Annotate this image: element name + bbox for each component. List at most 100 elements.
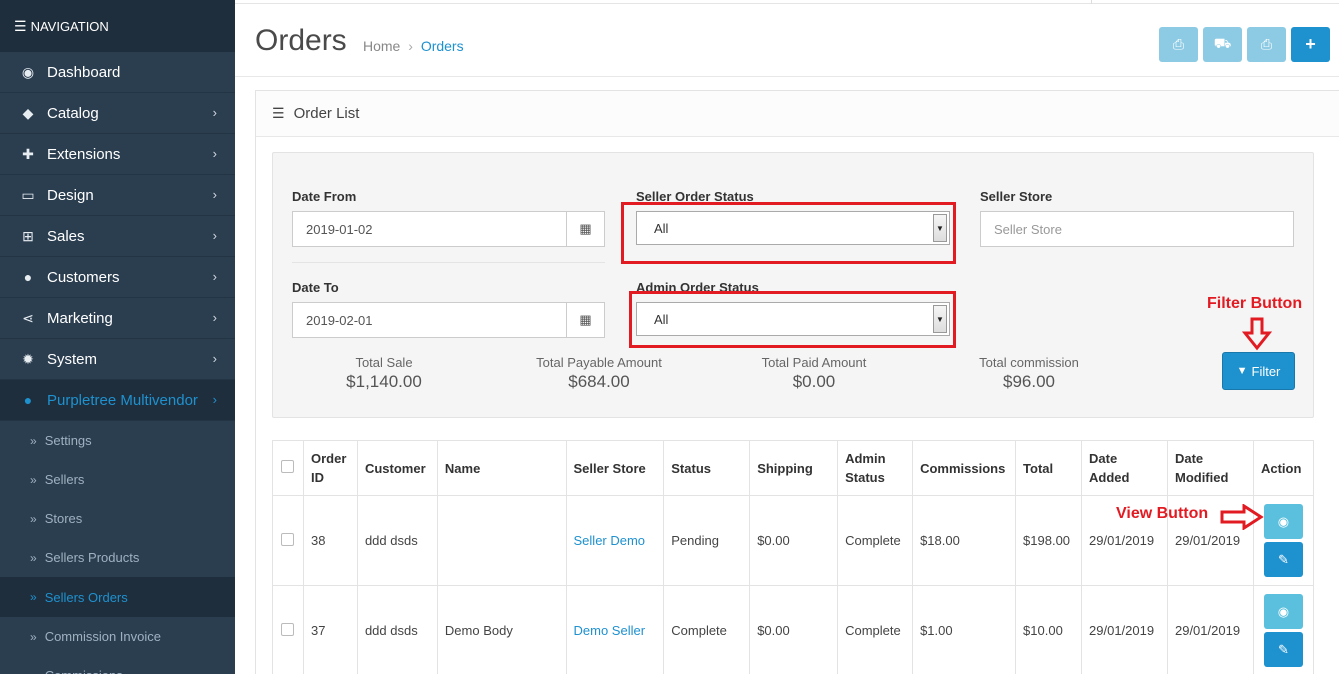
- sidebar-item-system[interactable]: ✹ System ›: [0, 339, 235, 380]
- row-checkbox[interactable]: [281, 532, 295, 546]
- total-sale-label: Total Sale: [355, 355, 413, 370]
- column-header-commissions[interactable]: Commissions: [912, 440, 1017, 496]
- top-bar-divider: [1091, 0, 1092, 4]
- column-header-customer[interactable]: Customer: [356, 440, 438, 496]
- column-header-admin-status[interactable]: Admin Status: [837, 440, 914, 496]
- order-list-panel: ☰ Order List Date From 2019-01-02 ▦ Date…: [255, 90, 1339, 674]
- select-all-checkbox[interactable]: [281, 459, 295, 473]
- breadcrumb-home[interactable]: Home: [363, 38, 400, 54]
- print-invoice-button[interactable]: ⎙: [1159, 27, 1198, 62]
- sidebar-item-label: Dashboard: [47, 63, 121, 81]
- column-header-status[interactable]: Status: [663, 440, 751, 496]
- sidebar-subitem-commission-invoice[interactable]: » Commission Invoice: [0, 617, 235, 656]
- date-from-calendar-button[interactable]: ▦: [566, 211, 605, 247]
- filter-button-annotation: Filter Button: [1207, 295, 1303, 312]
- chevron-right-icon: ›: [212, 228, 217, 243]
- gear-icon: ✹: [22, 350, 34, 367]
- print-shipping-button[interactable]: ⛟: [1203, 27, 1242, 62]
- row-select-cell: [272, 585, 304, 674]
- date-to-label: Date To: [292, 280, 339, 295]
- sidebar-subitem-label: Sellers Products: [44, 550, 140, 565]
- column-header-total[interactable]: Total: [1015, 440, 1083, 496]
- sidebar-subitem-sellers-products[interactable]: » Sellers Products: [0, 538, 235, 577]
- puzzle-icon: ✚: [22, 145, 34, 162]
- sidebar-subitem-settings[interactable]: » Settings: [0, 421, 235, 460]
- sidebar-item-label: Design: [47, 186, 94, 204]
- total-payable-summary: Total Payable Amount $684.00: [509, 355, 689, 392]
- top-bar: [235, 0, 1339, 4]
- sidebar-subitem-commissions[interactable]: » Commissions: [0, 656, 235, 674]
- sidebar-subitem-label: Commission Invoice: [44, 629, 162, 644]
- sidebar-item-purpletree-multivendor[interactable]: ● Purpletree Multivendor ›: [0, 380, 235, 421]
- row-checkbox[interactable]: [281, 622, 295, 636]
- total-commission-summary: Total commission $96.00: [939, 355, 1119, 392]
- edit-button[interactable]: ✎: [1263, 542, 1303, 577]
- sidebar-item-design[interactable]: ▭ Design ›: [0, 175, 235, 216]
- column-header-shipping[interactable]: Shipping: [749, 440, 839, 496]
- cart-icon: ⊞: [22, 227, 34, 244]
- highlight-box-admin-status: [629, 291, 956, 348]
- breadcrumb-separator: ›: [408, 38, 413, 54]
- customer-cell: ddd dsds: [356, 585, 438, 674]
- filter-button[interactable]: ▼ Filter: [1222, 352, 1295, 390]
- chevron-right-icon: ›: [212, 310, 217, 325]
- total-sale-summary: Total Sale $1,140.00: [294, 355, 474, 392]
- sidebar-item-label: Extensions: [47, 145, 121, 163]
- sidebar-item-customers[interactable]: ● Customers ›: [0, 257, 235, 298]
- double-chevron-icon: »: [30, 590, 37, 604]
- sidebar-item-extensions[interactable]: ✚ Extensions ›: [0, 134, 235, 175]
- sidebar-subitem-sellers[interactable]: » Sellers: [0, 460, 235, 499]
- date-from-input[interactable]: 2019-01-02: [292, 211, 566, 247]
- truck-icon: ⛟: [1213, 35, 1232, 51]
- chevron-right-icon: ›: [212, 351, 217, 366]
- filter-area: Date From 2019-01-02 ▦ Date To 2019-02-0…: [272, 152, 1314, 418]
- seller-store-link[interactable]: Seller Demo: [574, 533, 646, 548]
- highlight-box-seller-status: [621, 202, 956, 264]
- view-button[interactable]: ◉: [1263, 594, 1303, 629]
- seller-store-input[interactable]: Seller Store: [980, 211, 1294, 247]
- total-paid-summary: Total Paid Amount $0.00: [724, 355, 904, 392]
- view-button[interactable]: ◉: [1263, 504, 1303, 539]
- sidebar-item-dashboard[interactable]: ◉ Dashboard: [0, 52, 235, 93]
- row-select-cell: [272, 495, 304, 586]
- sidebar-item-catalog[interactable]: ◆ Catalog ›: [0, 93, 235, 134]
- sidebar-subitem-stores[interactable]: » Stores: [0, 499, 235, 538]
- dashboard-icon: ◉: [21, 63, 35, 80]
- total-sale-value: $1,140.00: [346, 372, 422, 391]
- plus-icon: +: [1305, 34, 1316, 54]
- column-header-date-added[interactable]: Date Added: [1081, 440, 1168, 496]
- sidebar-item-label: Customers: [47, 268, 120, 286]
- date-to-input[interactable]: 2019-02-01: [292, 302, 566, 338]
- sidebar-item-marketing[interactable]: ⋖ Marketing ›: [0, 298, 235, 339]
- column-header-order-id[interactable]: Order ID: [302, 440, 358, 496]
- sidebar-subitem-sellers-orders[interactable]: » Sellers Orders: [0, 577, 235, 617]
- monitor-icon: ▭: [21, 186, 35, 203]
- seller-store-link[interactable]: Demo Seller: [574, 623, 646, 638]
- user-icon: ●: [23, 269, 33, 285]
- eye-icon: ◉: [1277, 513, 1290, 529]
- page-title: Orders: [255, 24, 347, 57]
- user-icon: ●: [23, 392, 33, 408]
- sidebar-item-sales[interactable]: ⊞ Sales ›: [0, 216, 235, 257]
- date-to-calendar-button[interactable]: ▦: [566, 302, 605, 338]
- navigation-header[interactable]: ☰ NAVIGATION: [0, 0, 235, 52]
- edit-icon: ✎: [1278, 641, 1289, 657]
- column-header-date-modified[interactable]: Date Modified: [1166, 440, 1254, 496]
- column-header-name[interactable]: Name: [436, 440, 567, 496]
- date-added-cell: 29/01/2019: [1081, 585, 1168, 674]
- breadcrumb-orders[interactable]: Orders: [421, 38, 464, 54]
- edit-button[interactable]: ✎: [1263, 632, 1303, 667]
- column-header-seller-store[interactable]: Seller Store: [565, 440, 665, 496]
- table-row: 37 ddd dsds Demo Body Demo Seller Comple…: [272, 585, 1315, 674]
- filter-button-label: Filter: [1251, 363, 1281, 379]
- add-order-button[interactable]: +: [1291, 27, 1330, 62]
- commissions-cell: $18.00: [912, 495, 1017, 586]
- chevron-right-icon: ›: [212, 392, 217, 407]
- action-cell: ◉ ✎: [1252, 585, 1315, 674]
- sidebar-item-label: Marketing: [47, 309, 113, 327]
- print-list-button[interactable]: ⎙: [1247, 27, 1286, 62]
- arrow-down-icon: [1242, 317, 1272, 351]
- print-icon: ⎙: [1172, 36, 1185, 52]
- filter-icon: ▼: [1236, 365, 1248, 377]
- admin-status-cell: Complete: [837, 585, 914, 674]
